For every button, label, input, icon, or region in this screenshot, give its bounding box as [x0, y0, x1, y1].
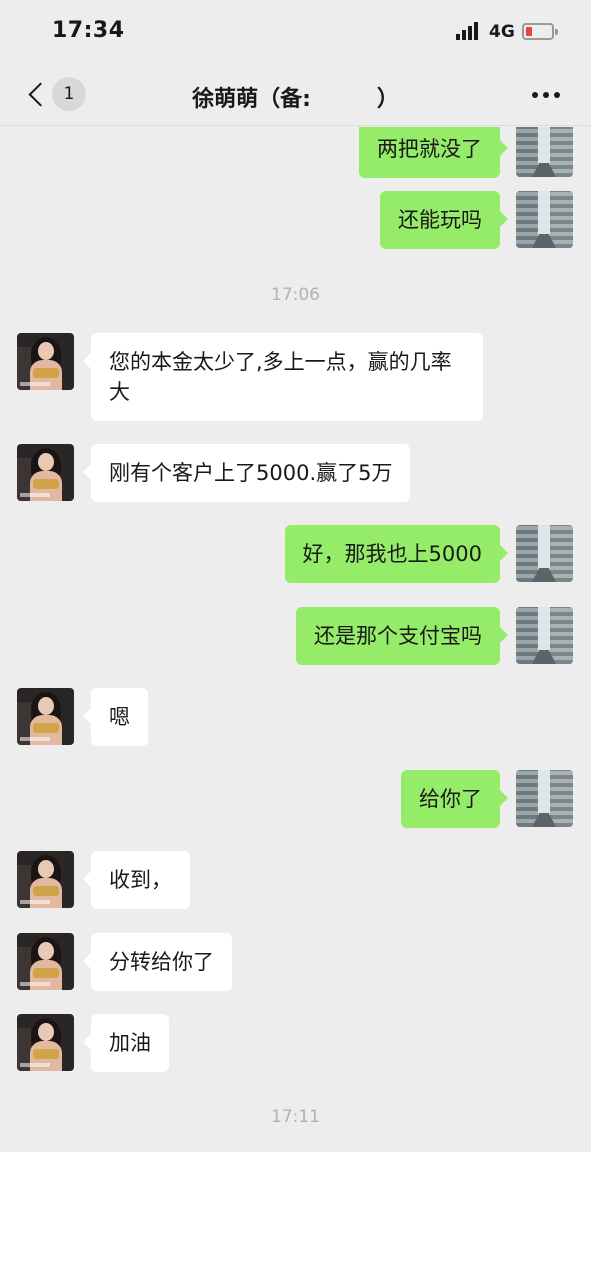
message-bubble[interactable]: 嗯: [83, 688, 148, 746]
signal-icon: [456, 22, 478, 40]
message-bubble[interactable]: 给你了: [401, 770, 508, 828]
self-avatar[interactable]: [516, 607, 573, 664]
battery-level: [526, 27, 532, 36]
message-bubble[interactable]: 刚有个客户上了5000.赢了5万: [82, 444, 411, 502]
chat-header: 1 徐萌萌（备: ）: [0, 64, 591, 126]
self-avatar[interactable]: [516, 191, 573, 248]
message-timestamp: 17:06: [271, 285, 320, 305]
contact-avatar[interactable]: [17, 688, 74, 745]
contact-avatar[interactable]: [17, 444, 74, 501]
message-timestamp: 17:11: [271, 1107, 320, 1127]
bottom-panel: [0, 1152, 591, 1280]
message-bubble[interactable]: 您的本金太少了,多上一点，赢的几率大: [83, 333, 483, 421]
message-bubble[interactable]: 收到，: [83, 851, 190, 909]
contact-avatar[interactable]: [17, 933, 74, 990]
status-bar: 17:34 4G: [0, 0, 591, 64]
self-avatar[interactable]: [516, 525, 573, 582]
message-bubble[interactable]: 还是那个支付宝吗: [296, 607, 508, 665]
message-bubble[interactable]: 分转给你了: [83, 933, 232, 991]
chat-title: 徐萌萌（备: ）: [192, 87, 399, 112]
battery-icon: [522, 23, 558, 40]
self-avatar[interactable]: [516, 127, 573, 177]
more-icon[interactable]: [526, 84, 566, 106]
self-avatar[interactable]: [516, 770, 573, 827]
message-bubble[interactable]: 还能玩吗: [380, 191, 508, 249]
network-type: 4G: [489, 22, 515, 42]
contact-avatar[interactable]: [17, 851, 74, 908]
contact-avatar[interactable]: [17, 333, 74, 390]
message-bubble[interactable]: 两把就没了: [359, 127, 508, 178]
status-time: 17:34: [52, 18, 125, 43]
contact-avatar[interactable]: [17, 1014, 74, 1071]
chat-message-list[interactable]: 两把就没了 还能玩吗 17:06 您的本金太少了,多上一点，赢的几率大 刚有个客…: [0, 127, 591, 1152]
message-bubble[interactable]: 加油: [83, 1014, 169, 1072]
message-bubble[interactable]: 好，那我也上5000: [284, 525, 509, 583]
